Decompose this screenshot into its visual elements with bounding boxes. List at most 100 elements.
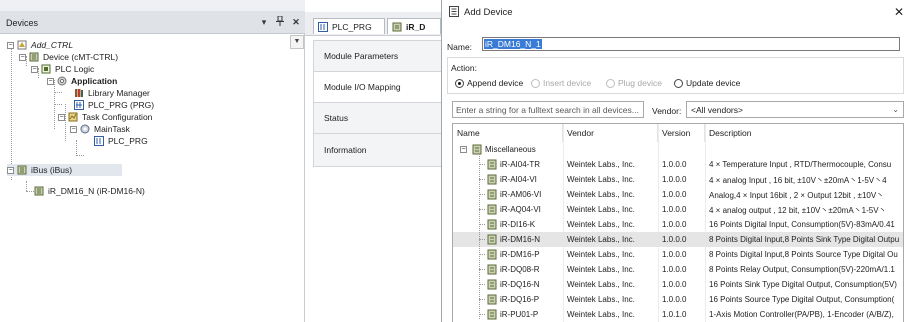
collapse-toggle-icon[interactable]: − bbox=[31, 65, 38, 73]
radio-label: Update device bbox=[686, 78, 741, 88]
tab-information[interactable]: Information bbox=[314, 134, 442, 165]
task-configuration-icon bbox=[68, 112, 78, 122]
device-description-cell: 8 Points Digital Input,8 Points Source T… bbox=[709, 250, 898, 259]
column-header-vendor[interactable]: Vendor bbox=[563, 124, 658, 142]
tree-scroll-down-icon[interactable]: ▼ bbox=[290, 35, 304, 49]
tree-item-plc-prg[interactable]: PLC_PRG (PRG) bbox=[74, 99, 154, 111]
device-version-cell: 1.0.0.0 bbox=[662, 250, 687, 259]
device-row[interactable]: iR-DM16-N Weintek Labs., Inc. 1.0.0.0 8 Poi… bbox=[453, 232, 903, 247]
insert-device-radio[interactable]: Insert device bbox=[531, 78, 591, 88]
side-item-label: Status bbox=[324, 113, 349, 123]
tab-status[interactable]: Status bbox=[314, 103, 442, 134]
device-description-cell: 8 Points Relay Output, Consumption(5V)-2… bbox=[709, 265, 895, 274]
panel-pin-icon[interactable] bbox=[274, 15, 286, 29]
column-header-version[interactable]: Version bbox=[658, 124, 705, 142]
device-row[interactable]: iR-AI04-VI Weintek Labs., Inc. 1.0.0.0 4 × … bbox=[453, 172, 903, 187]
tab-plc-prg[interactable]: PLC_PRG bbox=[313, 18, 385, 34]
device-version-cell: 1.0.1.0 bbox=[662, 310, 687, 319]
device-vendor-cell: Weintek Labs., Inc. bbox=[567, 220, 635, 229]
tree-item-label: Application bbox=[71, 76, 118, 86]
device-name-cell: iR-AQ04-VI bbox=[500, 205, 541, 214]
tree-item-ibus[interactable]: − iBus (iBus) bbox=[7, 164, 122, 176]
tree-item-plc-prg-call[interactable]: PLC_PRG bbox=[94, 135, 148, 147]
tree-item-plc-logic[interactable]: − PLC Logic bbox=[31, 63, 94, 75]
device-row[interactable]: iR-DQ16-N Weintek Labs., Inc. 1.0.0.0 16 Po… bbox=[453, 277, 903, 292]
name-label: Name: bbox=[447, 42, 473, 52]
append-device-radio[interactable]: Append device bbox=[455, 78, 523, 88]
collapse-toggle-icon[interactable]: − bbox=[47, 77, 54, 85]
application-gear-icon bbox=[57, 76, 67, 86]
device-description-cell: 16 Points Digital Input, Consumption(5V)… bbox=[709, 220, 895, 229]
device-name-input[interactable] bbox=[482, 37, 900, 51]
tree-item-task-configuration[interactable]: − Task Configuration bbox=[58, 111, 152, 123]
device-row[interactable]: iR-PU01-P Weintek Labs., Inc. 1.0.1.0 1-Axi… bbox=[453, 307, 903, 322]
vendor-select[interactable]: <All vendors> ⌄ bbox=[686, 101, 904, 118]
device-row[interactable]: iR-DM16-P Weintek Labs., Inc. 1.0.0.0 8 Poi… bbox=[453, 247, 903, 262]
tree-item-label: Library Manager bbox=[88, 88, 150, 98]
device-version-cell: 1.0.0.0 bbox=[662, 205, 687, 214]
tree-item-label: iR_DM16_N (iR-DM16-N) bbox=[48, 186, 145, 196]
program-call-icon bbox=[94, 136, 104, 146]
device-row[interactable]: iR-AQ04-VI Weintek Labs., Inc. 1.0.0.0 4 × … bbox=[453, 202, 903, 217]
device-row[interactable]: iR-DQ08-R Weintek Labs., Inc. 1.0.0.0 8 Poi… bbox=[453, 262, 903, 277]
device-version-cell: 1.0.0.0 bbox=[662, 190, 687, 199]
collapse-toggle-icon[interactable]: − bbox=[58, 113, 65, 121]
collapse-toggle-icon[interactable]: − bbox=[70, 125, 77, 133]
tree-item-project[interactable]: − Add_CTRL bbox=[7, 39, 73, 51]
device-module-icon bbox=[487, 234, 497, 245]
update-device-radio[interactable]: Update device bbox=[674, 78, 740, 88]
tab-ir-d[interactable]: iR_D bbox=[387, 18, 441, 34]
collapse-toggle-icon[interactable]: − bbox=[7, 166, 14, 174]
device-name-cell: iR-DM16-P bbox=[500, 250, 540, 259]
device-vendor-cell: Weintek Labs., Inc. bbox=[567, 190, 635, 199]
device-row[interactable]: iR-AM06-VI Weintek Labs., Inc. 1.0.0.0 Anal… bbox=[453, 187, 903, 202]
device-module-icon bbox=[487, 249, 497, 260]
device-name-cell: iR-AI04-TR bbox=[500, 160, 541, 169]
device-row[interactable]: iR-AI04-TR Weintek Labs., Inc. 1.0.0.0 4 × … bbox=[453, 157, 903, 172]
action-group bbox=[447, 57, 904, 94]
device-module-icon bbox=[487, 189, 497, 200]
device-module-icon bbox=[487, 294, 497, 305]
category-row[interactable]: − Miscellaneous bbox=[453, 142, 903, 157]
radio-selected-icon bbox=[455, 78, 464, 88]
panel-close-icon[interactable]: ✕ bbox=[290, 16, 302, 29]
device-version-cell: 1.0.0.0 bbox=[662, 220, 687, 229]
module-editor: Module Parameters Module I/O Mapping Sta… bbox=[305, 36, 442, 322]
collapse-toggle-icon[interactable]: − bbox=[19, 53, 26, 61]
device-tree: − Add_CTRL − Device (cMT-CTRL) − PLC Log… bbox=[0, 35, 290, 322]
tree-item-ir-dm16-n[interactable]: iR_DM16_N (iR-DM16-N) bbox=[34, 185, 145, 197]
column-header-label: Vendor bbox=[567, 128, 594, 138]
devices-panel-header: Devices ▾ ✕ bbox=[0, 12, 305, 34]
device-version-cell: 1.0.0.0 bbox=[662, 235, 687, 244]
tree-item-library-manager[interactable]: Library Manager bbox=[74, 87, 150, 99]
category-label: Miscellaneous bbox=[485, 145, 536, 154]
fulltext-search-input[interactable] bbox=[452, 101, 644, 118]
collapse-toggle-icon[interactable]: − bbox=[460, 146, 467, 153]
panel-menu-chevron-icon[interactable]: ▾ bbox=[258, 16, 270, 29]
radio-icon bbox=[531, 78, 540, 88]
column-header-description[interactable]: Description bbox=[705, 124, 903, 142]
device-vendor-cell: Weintek Labs., Inc. bbox=[567, 310, 635, 319]
tree-item-application[interactable]: − Application bbox=[47, 75, 117, 87]
tree-item-label: PLC_PRG (PRG) bbox=[88, 100, 155, 110]
device-row[interactable]: iR-DI16-K Weintek Labs., Inc. 1.0.0.0 16 Po… bbox=[453, 217, 903, 232]
device-vendor-cell: Weintek Labs., Inc. bbox=[567, 280, 635, 289]
device-name-cell: iR-PU01-P bbox=[500, 310, 539, 319]
tree-item-device[interactable]: − Device (cMT-CTRL) bbox=[19, 51, 118, 63]
collapse-toggle-icon[interactable]: − bbox=[7, 41, 14, 49]
column-header-label: Description bbox=[709, 128, 752, 138]
device-vendor-cell: Weintek Labs., Inc. bbox=[567, 265, 635, 274]
project-icon bbox=[17, 40, 27, 50]
maintask-gear-icon bbox=[80, 124, 90, 134]
device-name-cell: iR-AM06-VI bbox=[500, 190, 542, 199]
side-item-label: Information bbox=[324, 144, 367, 155]
tab-module-parameters[interactable]: Module Parameters bbox=[314, 41, 442, 72]
device-row[interactable]: iR-DQ16-P Weintek Labs., Inc. 1.0.0.0 16 Po… bbox=[453, 292, 903, 307]
plug-device-radio[interactable]: Plug device bbox=[606, 78, 662, 88]
device-name-cell: iR-DQ08-R bbox=[500, 265, 540, 274]
tab-label: PLC_PRG bbox=[332, 21, 372, 32]
tree-item-maintask[interactable]: − MainTask bbox=[70, 123, 130, 135]
column-header-name[interactable]: Name bbox=[453, 124, 563, 142]
dialog-close-icon[interactable]: ✕ bbox=[891, 4, 907, 20]
tab-module-io-mapping[interactable]: Module I/O Mapping bbox=[314, 72, 442, 103]
